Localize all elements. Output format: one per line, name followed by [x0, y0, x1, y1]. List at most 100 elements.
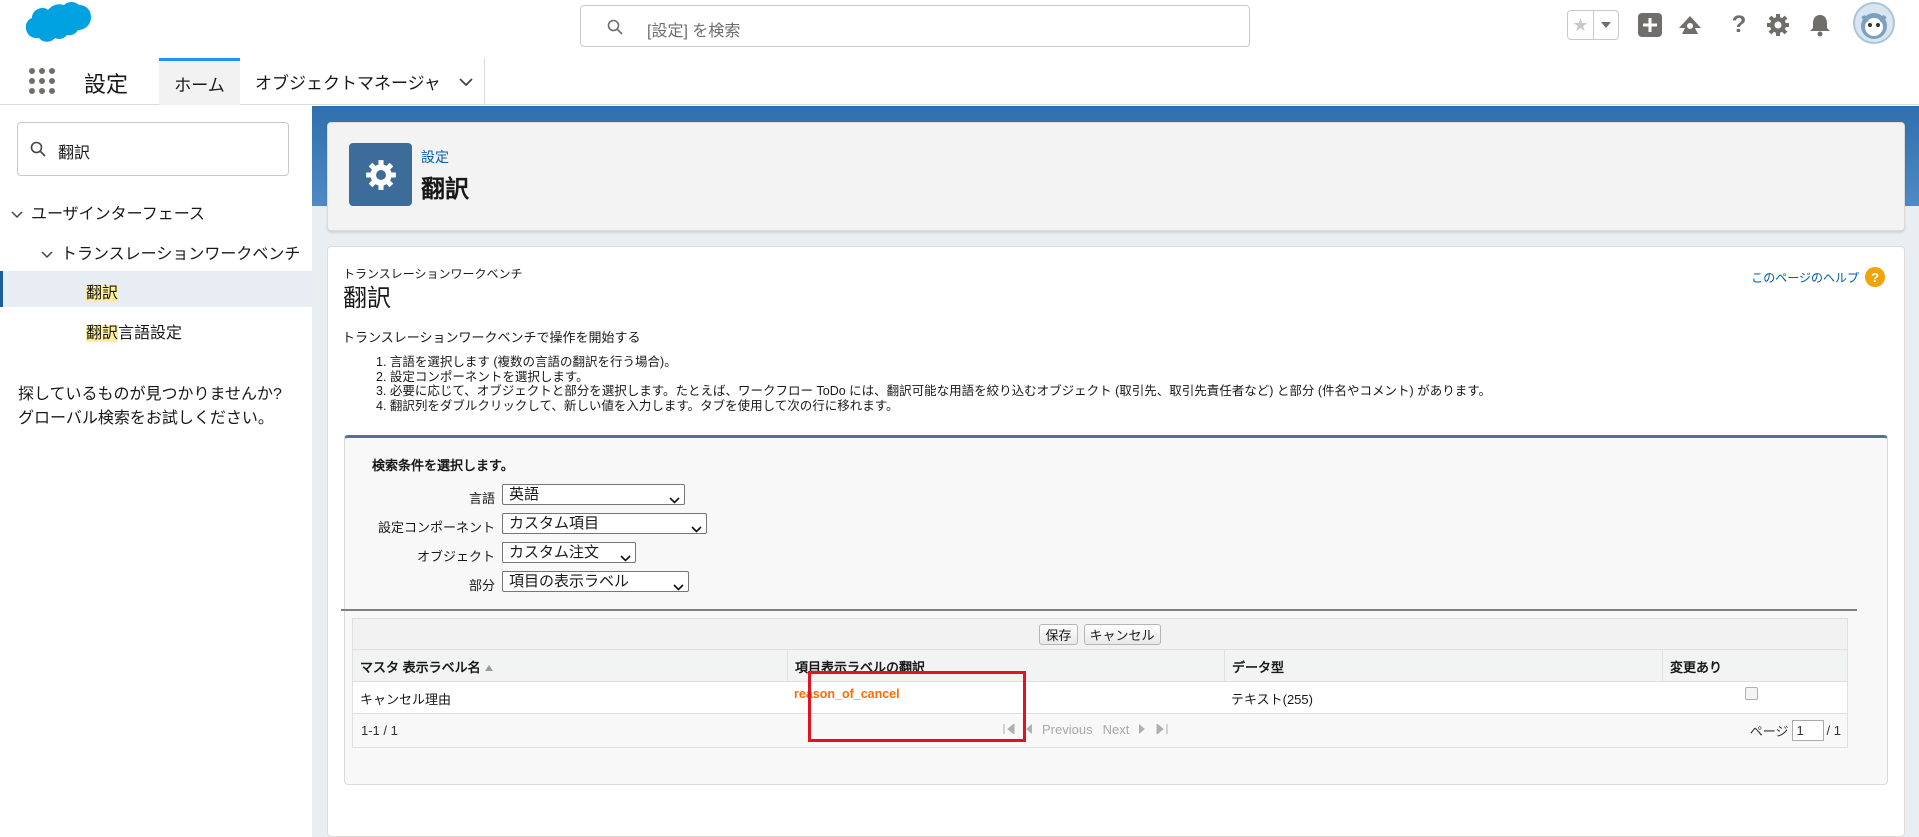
grid-pager: 1-1 / 1 Previous Next ページ 1 / 1	[353, 714, 1847, 748]
help-question-icon: ?	[1865, 267, 1885, 287]
instruction-steps: 1. 言語を選択します (複数の言語の翻訳を行う場合)。 2. 設定コンポーネン…	[376, 355, 1491, 413]
content-title: 翻訳	[343, 285, 391, 312]
object-select[interactable]: カスタム注文	[502, 542, 636, 563]
setup-gear-icon	[349, 143, 412, 206]
intro-text: トランスレーションワークベンチで操作を開始する	[342, 330, 641, 345]
tab-object-manager-label: オブジェクトマネージャ	[255, 74, 441, 93]
instruction-step: 3. 必要に応じて、オブジェクトと部分を選択します。たとえば、ワークフロー To…	[376, 384, 1491, 398]
not-found-hint: 探しているものが見つかりませんか? グローバル検索をお試しください。	[18, 383, 282, 431]
page-help-link[interactable]: このページのヘルプ ?	[1751, 267, 1885, 287]
grid-button-bar: 保存 キャンセル	[353, 619, 1847, 650]
grid-header-row: マスタ 表示ラベル名 項目表示ラベルの翻訳 データ型 変更あり	[353, 650, 1847, 682]
language-select[interactable]: 英語	[502, 484, 685, 505]
chevron-down-icon[interactable]	[459, 72, 473, 92]
component-select[interactable]: カスタム項目	[502, 513, 707, 534]
breadcrumb-setup-link[interactable]: 設定	[421, 147, 449, 167]
translation-grid: 保存 キャンセル マスタ 表示ラベル名 項目表示ラベルの翻訳 データ型 変更あり…	[352, 618, 1848, 748]
chevron-down-icon	[620, 548, 631, 567]
column-header-label: マスタ 表示ラベル名	[360, 659, 481, 675]
page-number-input[interactable]: 1	[1791, 720, 1824, 741]
tree-item-translation-workbench[interactable]: トランスレーションワークベンチ	[41, 240, 300, 264]
tab-object-manager[interactable]: オブジェクトマネージャ	[240, 58, 485, 105]
next-page-link[interactable]: Next	[1103, 722, 1130, 737]
tree-item-label: トランスレーションワークベンチ	[61, 246, 301, 263]
tree-item-translate[interactable]: 翻訳	[86, 279, 119, 303]
filter-label: オブジェクト	[416, 549, 495, 564]
filter-label: 言語	[468, 491, 495, 506]
select-value: 英語	[509, 486, 540, 503]
global-search-input[interactable]: [設定] を検索	[580, 5, 1250, 47]
last-page-icon[interactable]	[1156, 722, 1168, 737]
tree-item-translation-language-settings[interactable]: 翻訳言語設定	[86, 319, 182, 343]
changed-checkbox[interactable]	[1745, 687, 1758, 700]
tree-item-label: ユーザインターフェース	[31, 206, 205, 223]
user-avatar[interactable]	[1853, 2, 1895, 44]
favorites-dropdown-icon[interactable]	[1594, 11, 1618, 39]
translation-content-card: トランスレーションワークベンチ 翻訳 このページのヘルプ ? トランスレーション…	[327, 246, 1905, 837]
chevron-down-icon	[669, 490, 680, 509]
page-label: ページ	[1749, 724, 1789, 739]
column-header-master[interactable]: マスタ 表示ラベル名	[353, 650, 787, 682]
chevron-down-icon	[673, 577, 684, 596]
help-icon[interactable]: ?	[1724, 10, 1754, 40]
cancel-button[interactable]: キャンセル	[1083, 623, 1161, 645]
salesforce-logo[interactable]	[18, 2, 93, 55]
filter-label: 部分	[468, 578, 495, 593]
save-button[interactable]: 保存	[1039, 623, 1078, 645]
previous-page-icon[interactable]	[1025, 722, 1032, 737]
pager-navigation: Previous Next	[1003, 722, 1168, 737]
help-link-label: このページのヘルプ	[1751, 270, 1859, 285]
quick-find-input[interactable]: 翻訳	[17, 122, 289, 176]
column-header-changed[interactable]: 変更あり	[1662, 650, 1834, 682]
cell-master-label: キャンセル理由	[360, 691, 452, 707]
column-header-data-type[interactable]: データ型	[1224, 650, 1662, 682]
favorite-star-icon[interactable]: ★	[1568, 11, 1594, 39]
instruction-step: 1. 言語を選択します (複数の言語の翻訳を行う場合)。	[376, 355, 677, 369]
page-total: / 1	[1826, 723, 1841, 738]
notifications-bell-icon[interactable]	[1805, 10, 1835, 40]
cell-data-type: テキスト(255)	[1231, 691, 1313, 707]
previous-page-link[interactable]: Previous	[1042, 722, 1093, 737]
global-actions-icon[interactable]	[1635, 10, 1665, 40]
trailhead-icon[interactable]	[1675, 10, 1705, 40]
page-title: 翻訳	[421, 176, 469, 203]
page-indicator: ページ 1 / 1	[1750, 720, 1841, 741]
next-page-icon[interactable]	[1139, 722, 1146, 737]
chevron-down-icon[interactable]	[41, 246, 53, 264]
tree-item-label: 言語設定	[118, 325, 183, 342]
app-launcher-icon[interactable]	[27, 66, 57, 96]
select-value: 項目の表示ラベル	[509, 573, 630, 590]
filter-row-component: 設定コンポーネント カスタム項目	[345, 513, 1045, 535]
filter-row-object: オブジェクト カスタム注文	[345, 542, 1045, 564]
app-name: 設定	[84, 72, 129, 97]
sort-ascending-icon	[484, 659, 493, 674]
pager-range: 1-1 / 1	[361, 723, 398, 738]
table-row: キャンセル理由 reason_of_cancel テキスト(255)	[353, 682, 1847, 714]
search-placeholder: [設定] を検索	[647, 23, 741, 40]
instruction-step: 2. 設定コンポーネントを選択します。	[376, 369, 589, 384]
favorites-group: ★	[1567, 10, 1619, 40]
tree-item-user-interface[interactable]: ユーザインターフェース	[11, 200, 205, 224]
search-match-highlight: 翻訳	[86, 325, 119, 342]
divider	[341, 609, 1857, 611]
filter-row-aspect: 部分 項目の表示ラベル	[345, 571, 1045, 593]
select-value: カスタム項目	[509, 515, 600, 532]
search-icon	[607, 19, 623, 38]
search-match-highlight: 翻訳	[86, 285, 119, 302]
setup-gear-icon[interactable]	[1763, 10, 1793, 40]
aspect-select[interactable]: 項目の表示ラベル	[502, 571, 689, 592]
quick-find-value: 翻訳	[58, 145, 91, 162]
instruction-step: 4. 翻訳列をダブルクリックして、新しい値を入力します。タブを使用して次の行に移…	[376, 398, 899, 413]
chevron-down-icon[interactable]	[11, 206, 23, 224]
highlight-annotation-box	[808, 671, 1026, 742]
page-header-card: 設定 翻訳	[327, 122, 1905, 231]
sidebar-selected-indicator	[0, 271, 312, 307]
filter-label: 設定コンポーネント	[377, 520, 495, 535]
criteria-title: 検索条件を選択します。	[372, 458, 514, 473]
filter-row-language: 言語 英語	[345, 484, 1045, 506]
cell-changed	[1662, 682, 1834, 714]
chevron-down-icon	[691, 519, 702, 538]
search-icon	[30, 141, 46, 160]
tab-home[interactable]: ホーム	[159, 58, 240, 105]
select-value: カスタム注文	[509, 544, 600, 561]
